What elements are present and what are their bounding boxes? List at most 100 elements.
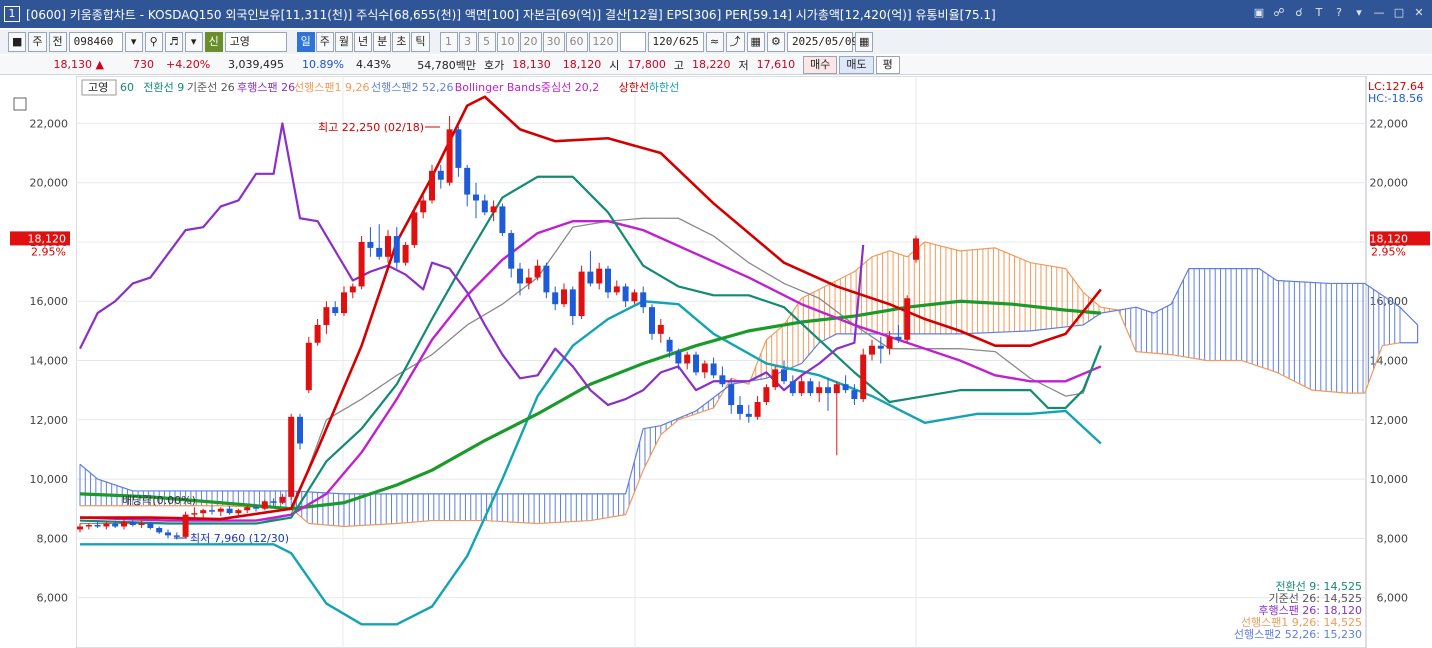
candle-body <box>745 413 752 417</box>
chart-area: 22,00022,00020,00020,00018,00018,00016,0… <box>0 75 1432 648</box>
candle-body <box>481 200 488 213</box>
dropdown-icon[interactable]: ▾ <box>1352 6 1366 20</box>
current-price: 18,130 ▲ <box>53 58 104 71</box>
candle-body <box>728 384 735 405</box>
close-icon[interactable]: ✕ <box>1412 6 1426 20</box>
candle-body <box>605 268 611 293</box>
indicator-icon[interactable]: ≈ <box>705 32 724 52</box>
stock-code-input[interactable]: 098460 <box>68 32 123 52</box>
minimize-icon[interactable]: — <box>1372 6 1386 20</box>
candle-body <box>393 236 400 263</box>
restore-icon[interactable]: ▣ <box>1252 6 1266 20</box>
candle-body <box>121 522 127 527</box>
count-input[interactable]: 120/625 <box>647 32 704 52</box>
ask-price: 18,130 <box>512 58 551 71</box>
period-tab-6[interactable]: 틱 <box>411 32 430 52</box>
candle-body <box>103 523 110 527</box>
save-icon[interactable]: ▦ <box>746 32 765 52</box>
speaker-icon[interactable]: ♬ <box>164 32 183 52</box>
candle-body <box>464 167 471 195</box>
draw-icon[interactable]: ⤴ <box>725 32 745 52</box>
average-button[interactable]: 평 <box>875 55 900 74</box>
sell-button[interactable]: 매도 <box>839 55 874 74</box>
calendar-icon[interactable]: ▦ <box>854 32 874 52</box>
candle-body <box>675 351 682 364</box>
buy-button[interactable]: 매수 <box>803 55 838 74</box>
stock-name-field[interactable]: 고영 <box>224 32 287 52</box>
link-icon[interactable]: ☍ <box>1272 6 1286 20</box>
interval-button-5[interactable]: 30 <box>542 32 565 52</box>
candle-body <box>552 292 559 305</box>
window-number[interactable]: 1 <box>4 6 20 22</box>
interval-button-1[interactable]: 3 <box>458 32 477 52</box>
maximize-icon[interactable]: □ <box>1392 6 1406 20</box>
pin-icon[interactable]: ☌ <box>1292 6 1306 20</box>
font-icon[interactable]: T <box>1312 6 1326 20</box>
legend-item: Bollinger Bands중심선 20,2 <box>455 81 600 94</box>
candle-body <box>754 402 761 417</box>
candle-body <box>508 233 515 269</box>
candle-body <box>85 525 92 527</box>
high-label: 고 <box>673 58 684 72</box>
interval-button-7[interactable]: 120 <box>588 32 618 52</box>
period-tab-2[interactable]: 월 <box>334 32 354 52</box>
candle-body <box>200 510 207 514</box>
market-select[interactable]: 주 <box>28 32 47 52</box>
chevron-down-icon[interactable]: ▾ <box>124 32 143 52</box>
candle-body <box>385 236 391 257</box>
candle-body <box>649 307 655 334</box>
candle-body <box>147 523 154 528</box>
interval-input[interactable] <box>619 32 646 52</box>
candle-body <box>596 268 603 284</box>
candle-body <box>640 292 647 308</box>
help-icon[interactable]: ? <box>1332 6 1346 20</box>
y-tick-left: 20,000 <box>30 177 69 190</box>
period-tab-5[interactable]: 초 <box>392 32 411 52</box>
period-tab-3[interactable]: 년 <box>354 32 373 52</box>
candle-body <box>244 507 251 511</box>
candle-body <box>358 241 365 287</box>
interval-button-0[interactable]: 1 <box>439 32 458 52</box>
turnover-pct: 10.89% <box>302 58 344 71</box>
hc-label: HC:-18.56 <box>1368 92 1423 105</box>
price-chart[interactable]: 22,00022,00020,00020,00018,00018,00016,0… <box>0 75 1432 648</box>
price-change: 730 <box>133 58 154 71</box>
candle-body <box>684 354 691 364</box>
search-icon[interactable]: ⚲ <box>144 32 163 52</box>
y-tick-right: 20,000 <box>1370 177 1409 190</box>
gear-icon[interactable]: ⚙ <box>766 32 785 52</box>
date-input[interactable]: 2025/05/09 <box>786 32 858 52</box>
layout-icon[interactable]: ■ <box>8 32 27 52</box>
candle-body <box>411 212 418 245</box>
chevron-down-icon[interactable]: ▾ <box>184 32 203 52</box>
candle-body <box>877 345 884 349</box>
y-tick-left: 16,000 <box>30 295 69 308</box>
price-row: 18,130 ▲ 730 +4.20% 3,039,495 10.89% 4.4… <box>0 55 1432 75</box>
chart-window: 1 [0600] 키움종합차트 - KOSDAQ150 외국인보유[11,311… <box>0 0 1432 648</box>
window-title: [0600] 키움종합차트 - KOSDAQ150 외국인보유[11,311(천… <box>26 7 996 22</box>
current-price-tag-left-text: 18,120 <box>28 232 67 245</box>
interval-button-3[interactable]: 10 <box>496 32 519 52</box>
y-tick-left: 8,000 <box>37 532 69 545</box>
candle-body <box>833 384 840 394</box>
candle-body <box>376 247 383 257</box>
interval-button-4[interactable]: 20 <box>519 32 542 52</box>
candle-body <box>781 369 787 382</box>
low-price: 17,610 <box>756 58 796 71</box>
interval-button-6[interactable]: 60 <box>565 32 588 52</box>
y-tick-left: 14,000 <box>30 355 69 368</box>
all-button[interactable]: 전 <box>48 32 67 52</box>
legend-item: 기준선 26 <box>187 81 235 94</box>
candle-body <box>173 535 180 537</box>
period-tab-4[interactable]: 분 <box>373 32 392 52</box>
candle-body <box>719 375 726 385</box>
volume: 3,039,495 <box>228 58 284 71</box>
credit-badge: 신 <box>204 32 223 52</box>
title-icons: ▣ ☍ ☌ T ? ▾ — □ ✕ <box>1252 6 1426 20</box>
y-tick-right: 16,000 <box>1370 295 1409 308</box>
interval-button-2[interactable]: 5 <box>477 32 496 52</box>
candle-body <box>886 336 893 349</box>
candle-body <box>156 527 163 533</box>
period-tab-0[interactable]: 일 <box>296 32 315 52</box>
period-tab-1[interactable]: 주 <box>315 32 334 52</box>
